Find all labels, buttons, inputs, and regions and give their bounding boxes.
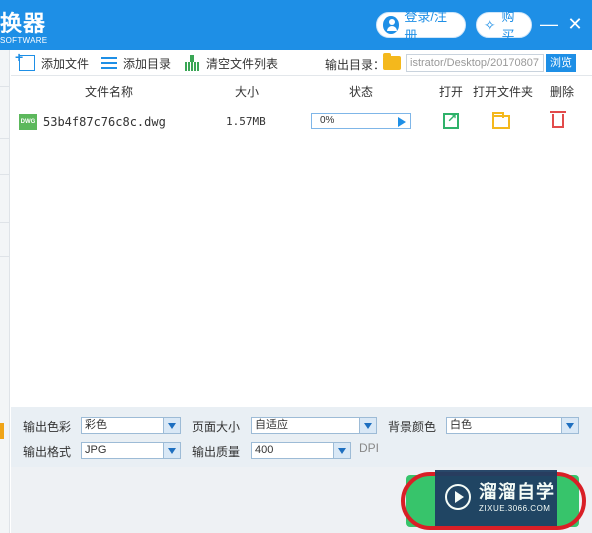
left-panel-edge xyxy=(0,50,10,533)
chevron-down-icon xyxy=(359,418,376,433)
add-dir-label: 添加目录 xyxy=(123,56,172,71)
pagesize-select[interactable]: 自适应 xyxy=(251,417,377,434)
watermark-title: 溜溜自学 xyxy=(479,482,555,502)
table-row[interactable]: DWG 53b4f87c76c8c.dwg 1.57MB 0% xyxy=(11,106,592,138)
dwg-file-icon: DWG xyxy=(19,114,37,130)
file-size: 1.57MB xyxy=(226,115,266,128)
progress-text: 0% xyxy=(320,115,335,126)
color-value: 彩色 xyxy=(85,419,107,431)
add-dir-button[interactable]: 添加目录 xyxy=(101,54,171,72)
toolbar: 添加文件 添加目录 清空文件列表 输出目录： istrator/Desktop/… xyxy=(11,49,592,76)
title-bar: 换器 SOFTWARE 登录/注册 ✧ 购买 — ✕ xyxy=(0,0,592,50)
minimize-button[interactable]: — xyxy=(540,14,558,34)
quality-label: 输出质量 xyxy=(192,445,241,459)
divider xyxy=(0,256,10,257)
divider xyxy=(0,86,10,87)
chevron-down-icon xyxy=(163,418,180,433)
add-file-button[interactable]: 添加文件 xyxy=(15,49,90,72)
table-header: 文件名称 大小 状态 打开 打开文件夹 删除 xyxy=(11,77,592,103)
open-folder-icon[interactable] xyxy=(492,112,510,129)
list-icon xyxy=(101,55,117,71)
bottom-bar: 溜溜自学 ZIXUE.3066.COM xyxy=(11,467,592,533)
col-status: 状态 xyxy=(349,85,374,99)
add-file-label: 添加文件 xyxy=(41,56,90,71)
login-label: 登录/注册 xyxy=(404,9,447,43)
bg-select[interactable]: 白色 xyxy=(446,417,579,434)
color-label: 输出色彩 xyxy=(23,420,72,434)
buy-button[interactable]: ✧ 购买 xyxy=(476,9,532,43)
divider xyxy=(0,138,10,139)
color-select[interactable]: 彩色 xyxy=(81,417,181,434)
divider xyxy=(0,222,10,223)
col-delete: 删除 xyxy=(550,85,575,99)
watermark-subtitle: ZIXUE.3066.COM xyxy=(479,504,551,513)
user-icon xyxy=(383,16,400,34)
chevron-down-icon xyxy=(163,443,180,458)
progress-bar: 0% xyxy=(311,113,411,129)
browse-button[interactable]: 浏览 xyxy=(546,54,576,72)
bg-label: 背景颜色 xyxy=(388,420,437,434)
add-file-icon xyxy=(15,49,35,71)
app-title: 换器 xyxy=(0,11,47,36)
col-size: 大小 xyxy=(235,85,260,99)
clear-list-label: 清空文件列表 xyxy=(206,56,279,71)
format-select[interactable]: JPG xyxy=(81,442,181,459)
left-accent xyxy=(0,423,4,439)
quality-select[interactable]: 400 xyxy=(251,442,351,459)
main-panel: 添加文件 添加目录 清空文件列表 输出目录： istrator/Desktop/… xyxy=(11,49,592,533)
chevron-down-icon xyxy=(561,418,578,433)
quality-value: 400 xyxy=(255,444,274,456)
clear-list-button[interactable]: 清空文件列表 xyxy=(184,54,278,72)
close-button[interactable]: ✕ xyxy=(566,14,584,34)
output-dir-label: 输出目录： xyxy=(325,58,386,72)
chevron-down-icon xyxy=(333,443,350,458)
pagesize-label: 页面大小 xyxy=(192,420,241,434)
format-value: JPG xyxy=(85,444,107,456)
watermark-logo: 溜溜自学 ZIXUE.3066.COM xyxy=(435,470,557,526)
buy-label: 购买 xyxy=(501,9,515,43)
play-icon[interactable] xyxy=(398,117,406,127)
settings-panel: 输出色彩 彩色 页面大小 自适应 背景颜色 白色 输出格式 JPG 输出质量 4… xyxy=(11,407,592,467)
app-subtitle: SOFTWARE xyxy=(0,36,48,45)
bg-value: 白色 xyxy=(450,419,472,431)
delete-icon[interactable] xyxy=(550,111,566,128)
open-file-icon[interactable] xyxy=(443,111,459,129)
format-label: 输出格式 xyxy=(23,445,72,459)
col-name: 文件名称 xyxy=(85,85,134,99)
play-logo-icon xyxy=(445,484,471,510)
file-name: 53b4f87c76c8c.dwg xyxy=(43,115,166,129)
pagesize-value: 自适应 xyxy=(255,419,288,431)
login-button[interactable]: 登录/注册 xyxy=(376,9,466,43)
folder-icon[interactable] xyxy=(383,53,401,70)
col-open: 打开 xyxy=(439,85,464,99)
output-dir-input[interactable]: istrator/Desktop/20170807 xyxy=(406,54,544,72)
magic-wand-icon: ✧ xyxy=(483,17,496,33)
divider xyxy=(0,174,10,175)
dpi-label: DPI xyxy=(359,441,380,455)
col-open-folder: 打开文件夹 xyxy=(473,85,534,99)
broom-icon xyxy=(184,55,200,71)
